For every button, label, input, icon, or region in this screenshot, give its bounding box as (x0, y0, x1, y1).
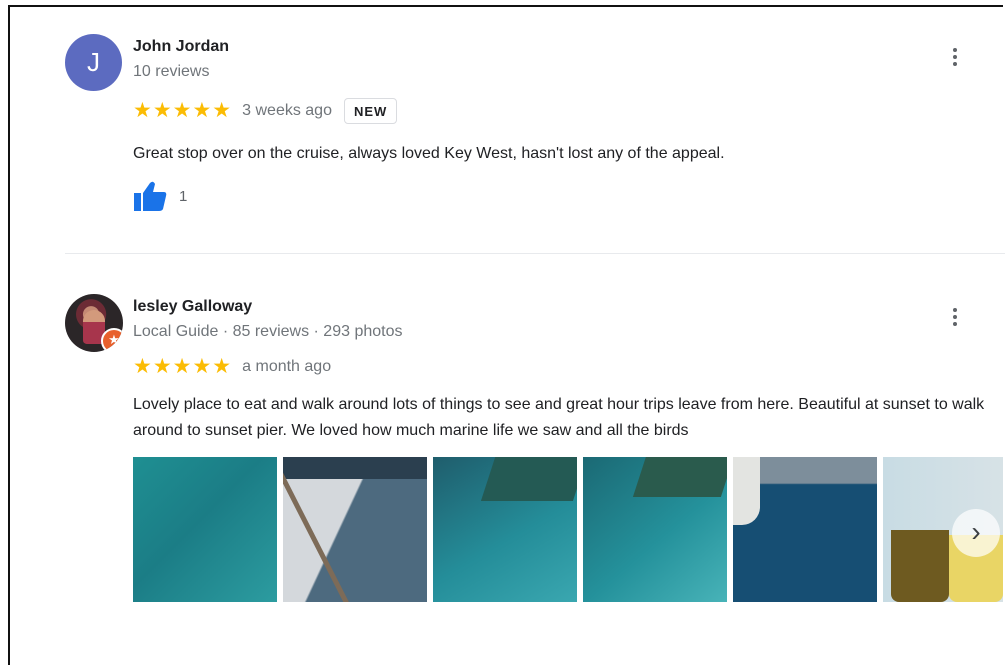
more-vert-icon (953, 322, 957, 326)
reviewer-name[interactable]: lesley Galloway (133, 298, 252, 316)
reviewer-name[interactable]: John Jordan (133, 38, 229, 56)
review-text: Great stop over on the cruise, always lo… (133, 145, 725, 162)
reviewer-avatar[interactable]: ★ (65, 294, 123, 352)
review-photo-thumbnail[interactable] (433, 457, 577, 602)
next-photos-button[interactable]: › (952, 509, 1000, 557)
review-date: a month ago (242, 358, 332, 375)
review-photo-thumbnail[interactable] (283, 457, 427, 602)
like-count: 1 (179, 187, 188, 205)
review-photo-thumbnail[interactable] (733, 457, 877, 602)
new-badge: NEW (343, 98, 398, 124)
review-divider (65, 253, 1005, 254)
more-vert-icon (953, 315, 957, 319)
more-vert-icon (953, 48, 957, 52)
like-button[interactable]: 1 (133, 180, 187, 212)
review-photo-thumbnail[interactable] (133, 457, 277, 602)
review-rating-row: ★★★★★ a month ago (133, 356, 331, 378)
review-date: 3 weeks ago (242, 102, 332, 119)
thumbs-up-icon (134, 181, 167, 211)
reviewer-review-count: 10 reviews (133, 63, 210, 80)
five-star-rating: ★★★★★ (133, 355, 233, 378)
review-rating-row: ★★★★★ 3 weeks ago NEW (133, 98, 398, 124)
five-star-rating: ★★★★★ (133, 99, 233, 122)
review-photo-thumbnail[interactable] (583, 457, 727, 602)
local-guide-star-icon: ★ (101, 328, 123, 352)
more-vert-icon (953, 55, 957, 59)
reviewer-avatar[interactable]: J (65, 34, 122, 91)
more-vert-icon (953, 308, 957, 312)
more-options-button[interactable] (945, 48, 965, 74)
more-vert-icon (953, 62, 957, 66)
reviewer-guide-stats: Local Guide · 85 reviews · 293 photos (133, 323, 403, 340)
review-photo-strip (133, 457, 1005, 602)
chevron-right-icon: › (971, 516, 981, 547)
more-options-button[interactable] (945, 308, 965, 334)
review-text: Lovely place to eat and walk around lots… (133, 396, 985, 439)
